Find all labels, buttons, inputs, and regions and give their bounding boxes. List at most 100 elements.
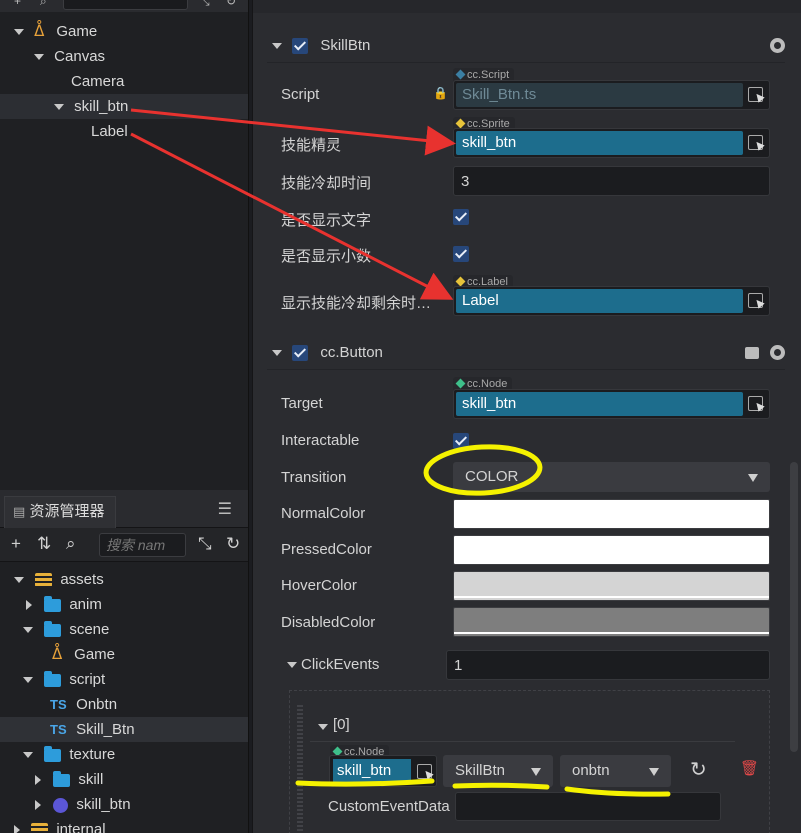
component-enabled-checkbox[interactable] [292,38,309,55]
tree-item-camera[interactable]: Camera [0,69,248,94]
tree-item-canvas[interactable]: Canvas [0,44,248,69]
folder-icon [44,620,62,637]
book-icon[interactable] [745,347,759,359]
asset-item-onbtn[interactable]: TS Onbtn [0,692,248,717]
gear-icon[interactable] [770,38,785,53]
asset-label: anim [69,596,102,613]
chevron-right-icon[interactable] [35,775,41,786]
collapse-icon[interactable]: ⤡ [200,0,210,9]
chevron-down-icon[interactable] [54,104,64,111]
refresh-icon[interactable]: ↻ [226,0,236,8]
asset-label: scene [69,621,110,638]
chevron-down-icon[interactable] [23,627,33,634]
prop-label-target: Target [281,395,323,412]
event-target-field[interactable]: skill_btn [329,755,437,787]
component-header-skillbtn[interactable]: SkillBtn [267,29,785,63]
asset-label: script [69,671,106,688]
prop-label-pressed-color: PressedColor [281,541,372,558]
show-text-checkbox[interactable] [453,209,469,225]
trash-icon[interactable]: 🗑 [740,759,759,777]
database-icon [35,573,53,588]
event-handler-select[interactable]: onbtn [560,755,671,787]
event-toggle[interactable] [318,718,328,735]
collapse-icon[interactable]: ⤡ [198,534,212,554]
add-icon[interactable]: + [11,534,21,554]
refresh-icon[interactable]: ↻ [226,534,240,554]
show-decimal-checkbox[interactable] [453,246,469,262]
search-icon[interactable]: ⌕ [40,0,47,9]
asset-item-skill[interactable]: skill [0,767,248,792]
sort-icon[interactable]: ⇅ [37,534,51,554]
script-field: Skill_Btn.ts [453,80,770,110]
disabled-color-swatch[interactable] [453,607,770,637]
assets-tab[interactable]: ▤ 资源管理器 [4,496,116,528]
assets-search-input[interactable]: 搜索 nam [99,533,186,557]
hover-color-swatch[interactable] [453,571,770,601]
chevron-right-icon[interactable] [35,800,41,811]
remain-label-field[interactable]: Label [453,286,770,316]
target-field[interactable]: skill_btn [453,389,770,419]
drag-handle[interactable] [297,705,303,833]
hierarchy-search-input[interactable] [63,0,188,10]
chevron-down-icon[interactable] [272,350,282,357]
sprite-field[interactable]: skill_btn [453,128,770,158]
inspector-topbar [253,0,801,13]
chevron-down-icon[interactable] [23,752,33,759]
assets-panel: ▤ 资源管理器 ☰ + ⇅ ⌕ 搜索 nam ⤡ ↻ assets anim s… [0,490,249,833]
chevron-down-icon[interactable] [14,29,24,36]
chevron-down-icon[interactable] [272,43,282,50]
scene-fire-icon: ᐂ [34,23,45,40]
pressed-color-swatch[interactable] [453,535,770,565]
component-header-button[interactable]: cc.Button [267,336,785,370]
picker-icon[interactable] [748,293,763,308]
picker-icon[interactable] [748,135,763,150]
event-component-select[interactable]: SkillBtn [443,755,553,787]
picker-icon[interactable] [748,87,763,102]
add-icon[interactable]: + [14,0,21,8]
chevron-right-icon[interactable] [14,825,20,833]
prop-label-interactable: Interactable [281,432,360,449]
custom-data-input[interactable] [455,792,721,821]
asset-item-anim[interactable]: anim [0,592,248,617]
asset-label: Game [74,646,116,663]
sprite-atlas-icon [53,797,69,813]
search-filter-icon[interactable]: ⌕ [66,534,76,554]
database-icon [31,823,49,833]
asset-label: skill_btn [76,796,131,813]
tree-item-label: Canvas [54,48,106,65]
chevron-right-icon[interactable] [26,600,32,611]
event-index-label: [0] [333,716,350,733]
chevron-down-icon[interactable] [14,577,24,584]
refresh-icon[interactable]: ↻ [690,757,707,782]
chevron-down-icon[interactable] [23,677,33,684]
assets-tab-title: 资源管理器 [29,503,105,520]
asset-item-script[interactable]: script [0,667,248,692]
interactable-checkbox[interactable] [453,433,469,449]
prop-label-hover-color: HoverColor [281,577,357,594]
folder-tab-icon: ▤ [13,504,26,519]
asset-item-internal[interactable]: internal [0,817,248,833]
inspector-scrollbar[interactable] [790,462,798,752]
normal-color-swatch[interactable] [453,499,770,529]
component-enabled-checkbox[interactable] [292,345,309,362]
tree-item-game[interactable]: ᐂ Game [0,19,248,44]
tree-item-label-node[interactable]: Label [0,119,248,144]
click-events-count[interactable]: 1 [446,650,770,680]
gear-icon[interactable] [770,345,785,360]
asset-label: internal [56,821,106,833]
chevron-down-icon[interactable] [34,54,44,61]
asset-item-texture[interactable]: texture [0,742,248,767]
asset-item-skill-btn-texture[interactable]: skill_btn [0,792,248,817]
menu-icon[interactable]: ☰ [218,499,232,519]
click-events-toggle[interactable] [287,656,297,673]
picker-icon[interactable] [748,396,763,411]
picker-icon[interactable] [417,764,432,779]
asset-item-assets[interactable]: assets [0,567,248,592]
cooldown-input[interactable]: 3 [453,166,770,196]
asset-item-scene[interactable]: scene [0,617,248,642]
tree-item-skill-btn[interactable]: skill_btn [0,94,248,119]
asset-item-game-scene[interactable]: ᐂ Game [0,642,248,667]
transition-select[interactable]: COLOR [453,462,770,492]
chevron-down-icon [649,768,659,776]
asset-item-skill-btn-script[interactable]: TS Skill_Btn [0,717,248,742]
